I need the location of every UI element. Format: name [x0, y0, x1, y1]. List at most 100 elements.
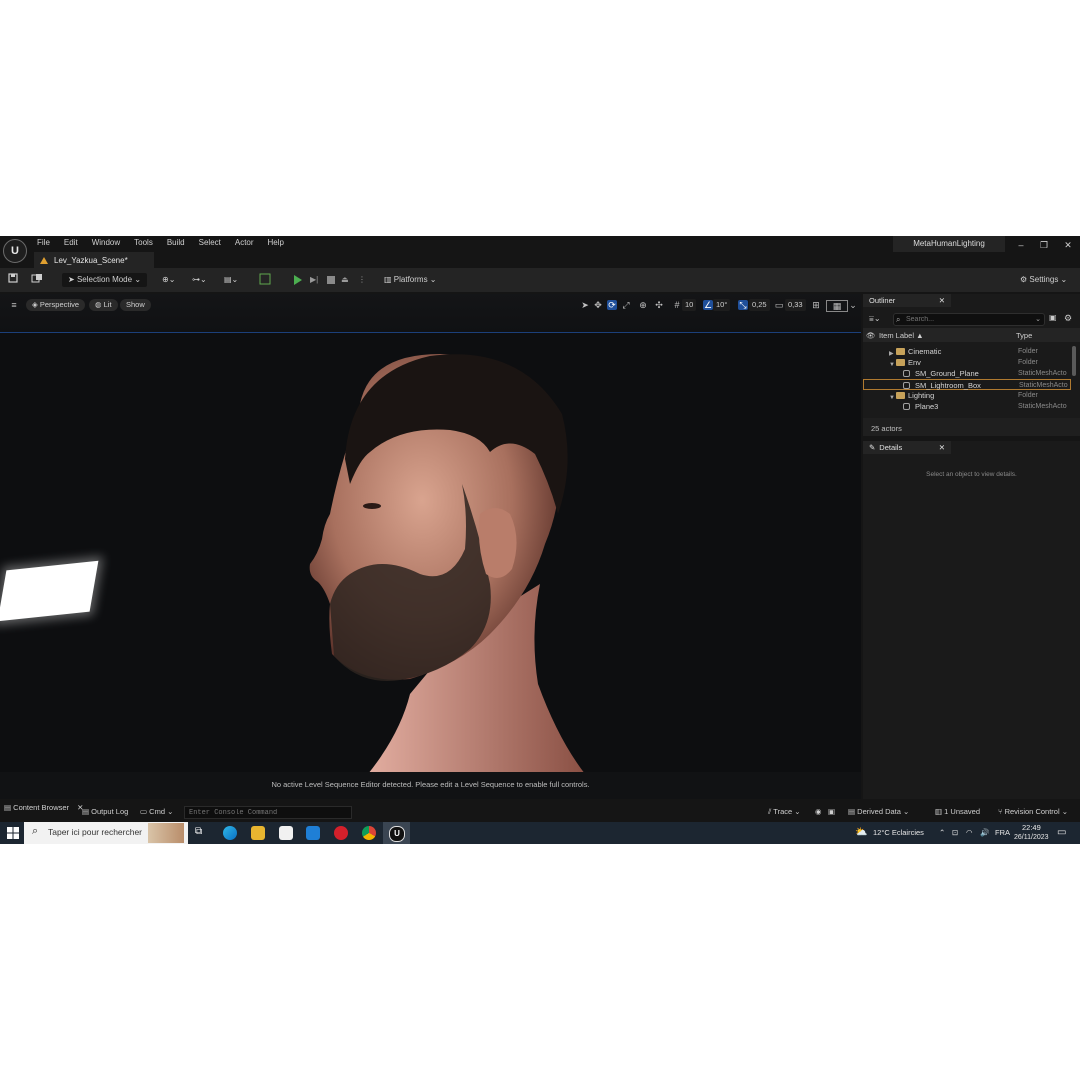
unreal-taskbar-item[interactable]: U	[383, 822, 410, 844]
add-actor-button[interactable]: ⊕⌄	[162, 273, 175, 287]
list-item[interactable]: SM_Ground_Plane StaticMeshActo	[863, 368, 1071, 379]
weather-text[interactable]: 12°C Eclaircies	[873, 827, 924, 839]
modes-button[interactable]	[259, 273, 271, 287]
windows-search-box[interactable]: ⌕ Taper ici pour rechercher	[24, 822, 188, 844]
filter-icon[interactable]: ⩸⌄	[869, 314, 881, 324]
close-icon[interactable]: ✕	[939, 296, 945, 305]
volume-icon[interactable]: 🔊	[980, 827, 989, 839]
time-label[interactable]: 22:49	[1022, 823, 1041, 832]
level-tab[interactable]: Lev_Yazkua_Scene*	[34, 252, 154, 268]
store-icon[interactable]	[279, 826, 293, 840]
chevron-down-icon[interactable]: ⌄	[848, 300, 858, 310]
minimize-button[interactable]: –	[1014, 238, 1028, 252]
notification-icon[interactable]: ▭	[1057, 827, 1066, 839]
chevron-down-icon[interactable]: ⌄	[1035, 314, 1041, 325]
output-log-button[interactable]: ▤ Output Log	[82, 806, 128, 818]
language-indicator[interactable]: FRA	[995, 827, 1010, 839]
save-icon[interactable]	[8, 273, 18, 287]
camera-icon[interactable]: ▣	[828, 806, 835, 818]
menu-actor[interactable]: Actor	[228, 237, 261, 249]
restore-button[interactable]: ❐	[1037, 238, 1051, 252]
cmd-dropdown[interactable]: ▭ Cmd ⌄	[140, 806, 173, 818]
close-icon[interactable]: ✕	[939, 443, 945, 452]
record-icon[interactable]: ◉	[815, 806, 822, 818]
viewport-layout-icon[interactable]: ▦	[826, 300, 848, 312]
outliner-search[interactable]: ⌕ ⌄	[893, 313, 1045, 326]
list-item[interactable]: ▶ Cinematic Folder	[863, 346, 1071, 357]
cinematics-button[interactable]: ▤⌄	[224, 273, 238, 287]
settings-dropdown[interactable]: ⚙ Settings ⌄	[1020, 273, 1067, 287]
eject-icon[interactable]: ⏏	[341, 273, 349, 287]
unsaved-button[interactable]: ▥ 1 Unsaved	[935, 806, 980, 818]
console-input[interactable]	[185, 807, 353, 819]
outliner-scrollbar[interactable]	[1072, 346, 1076, 376]
col-type[interactable]: Type	[1016, 330, 1032, 342]
content-browser-button[interactable]: ▤ Content Browser ✕	[4, 802, 83, 814]
camera-speed-value[interactable]: 0,33	[785, 299, 806, 311]
edge-icon[interactable]	[223, 826, 237, 840]
rotation-snap-icon[interactable]: ∠	[703, 300, 713, 310]
more-options-icon[interactable]: ⋮	[358, 273, 366, 287]
lit-button[interactable]: ◍ Lit	[89, 299, 118, 311]
date-label[interactable]: 26/11/2023	[1014, 833, 1049, 842]
menu-build[interactable]: Build	[160, 237, 192, 249]
scale-snap-icon[interactable]: ⤡	[738, 300, 748, 310]
stop-icon[interactable]	[327, 276, 335, 284]
grid-snap-icon[interactable]: #	[672, 300, 682, 310]
chrome-icon[interactable]	[362, 826, 376, 840]
windows-start-icon[interactable]	[7, 827, 19, 839]
gear-icon[interactable]: ⚙	[1064, 313, 1072, 324]
menu-help[interactable]: Help	[261, 237, 291, 249]
blueprint-button[interactable]: ⊶⌄	[192, 273, 207, 287]
hamburger-menu-icon[interactable]: ≡	[9, 300, 19, 310]
list-item-selected[interactable]: SM_Lightroom_Box StaticMeshActo	[863, 379, 1071, 390]
step-icon[interactable]: ▶|	[310, 273, 318, 287]
mail-icon[interactable]	[306, 826, 320, 840]
play-icon[interactable]	[294, 275, 302, 285]
search-input[interactable]	[894, 314, 1026, 325]
wifi-icon[interactable]: ◠	[966, 827, 973, 839]
platforms-dropdown[interactable]: ▥ Platforms ⌄	[384, 273, 437, 287]
unsaved-label: 1 Unsaved	[944, 807, 981, 816]
content-icon[interactable]	[31, 273, 43, 287]
revision-control-dropdown[interactable]: ⑂ Revision Control ⌄	[998, 806, 1068, 818]
list-item[interactable]: ▼ Lighting Folder	[863, 390, 1071, 401]
world-space-icon[interactable]: ⊕	[638, 300, 648, 310]
menu-file[interactable]: File	[30, 237, 57, 249]
tab-details[interactable]: ✎ Details ✕	[863, 441, 951, 454]
camera-speed-icon[interactable]: ▭	[774, 300, 784, 310]
show-button[interactable]: Show	[120, 299, 151, 311]
chevron-up-icon[interactable]: ⌃	[939, 827, 945, 839]
trace-dropdown[interactable]: ⫽ Trace ⌄	[768, 806, 801, 818]
menu-tools[interactable]: Tools	[127, 237, 160, 249]
rotation-snap-value[interactable]: 10°	[713, 299, 731, 311]
derived-data-dropdown[interactable]: ▤ Derived Data ⌄	[848, 806, 909, 818]
network-device-icon[interactable]: ⊡	[952, 827, 958, 839]
grid-snap-value[interactable]: 10	[682, 299, 697, 311]
list-item[interactable]: Plane3 StaticMeshActo	[863, 401, 1071, 412]
menu-select[interactable]: Select	[192, 237, 228, 249]
rotate-tool-icon[interactable]: ⟳	[607, 300, 617, 310]
opera-icon[interactable]	[334, 826, 348, 840]
console-command-field[interactable]	[184, 806, 353, 819]
perspective-button[interactable]: ◈ Perspective	[26, 299, 86, 311]
tab-outliner[interactable]: Outliner ✕	[863, 294, 951, 307]
add-folder-icon[interactable]: ▣	[1049, 313, 1057, 322]
menu-window[interactable]: Window	[85, 237, 127, 249]
unreal-logo-icon[interactable]: U	[3, 239, 27, 263]
col-item-label[interactable]: Item Label ▲	[879, 330, 924, 342]
move-tool-icon[interactable]: ✥	[593, 300, 603, 310]
select-tool-icon[interactable]: ➤	[580, 300, 590, 310]
level-viewport[interactable]: ≡ ◈ Perspective ◍ Lit Show ➤ ✥ ⟳ ⤢ ⊕ ✣ #…	[0, 294, 861, 799]
close-button[interactable]: ✕	[1061, 238, 1075, 252]
weather-icon[interactable]: ⛅	[855, 827, 867, 839]
menu-edit[interactable]: Edit	[57, 237, 85, 249]
surface-snap-icon[interactable]: ✣	[654, 300, 664, 310]
list-item[interactable]: ▼ Env Folder	[863, 357, 1071, 368]
layout-grid-icon[interactable]: ⊞	[811, 300, 821, 310]
selection-mode-dropdown[interactable]: ➤ Selection Mode ⌄	[62, 273, 148, 287]
task-view-icon[interactable]: ⧉	[195, 826, 209, 840]
file-explorer-icon[interactable]	[251, 826, 265, 840]
scale-snap-value[interactable]: 0,25	[749, 299, 770, 311]
scale-tool-icon[interactable]: ⤢	[621, 300, 631, 310]
